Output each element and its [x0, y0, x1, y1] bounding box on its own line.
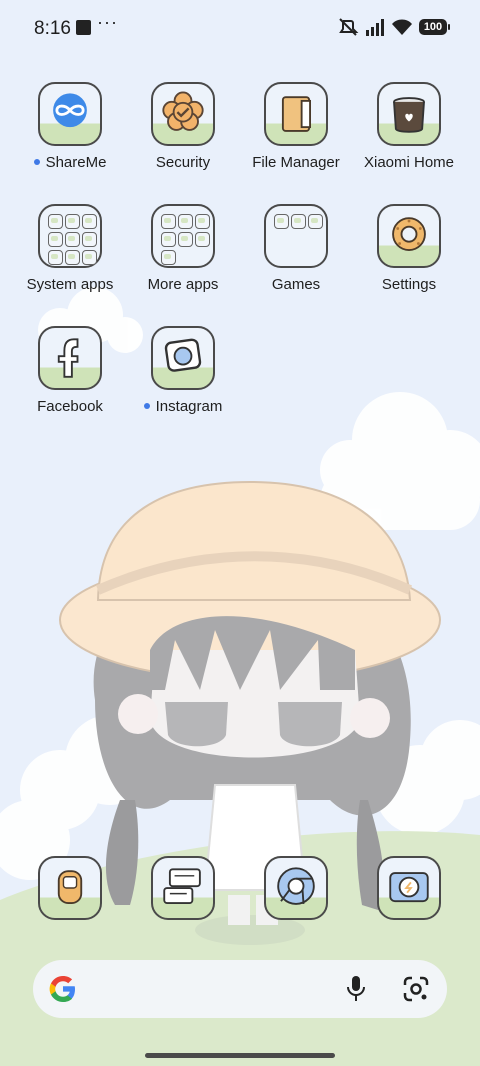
app-label: Instagram: [127, 398, 239, 415]
shareme-icon: [38, 82, 102, 146]
folder-icon: [151, 204, 215, 268]
lens-icon[interactable]: [403, 976, 429, 1002]
battery-icon: 100: [419, 19, 450, 35]
app-label: System apps: [26, 276, 114, 293]
instagram-icon: [151, 326, 215, 390]
status-time: 8:16: [34, 18, 71, 39]
messages-icon: [151, 856, 215, 920]
more-notifications-icon: ···: [97, 12, 118, 32]
phone-icon: [38, 856, 102, 920]
security-icon: [151, 82, 215, 146]
notification-square-icon: [76, 20, 91, 35]
signal-icon: [366, 19, 384, 36]
folder-more-apps[interactable]: More apps: [127, 204, 239, 293]
folder-icon: [264, 204, 328, 268]
xiaomi-home-icon: [377, 82, 441, 146]
app-label: ShareMe: [14, 154, 126, 171]
app-label: More apps: [147, 276, 219, 293]
app-label: Security: [155, 154, 211, 171]
folder-system-apps[interactable]: System apps: [14, 204, 126, 293]
status-bar: 8:16 ··· 100: [0, 0, 480, 56]
dock-camera[interactable]: [376, 856, 442, 922]
navigation-handle[interactable]: [145, 1053, 335, 1058]
dock-messages[interactable]: [150, 856, 216, 922]
vibrate-mute-icon: [339, 18, 359, 36]
app-label: Facebook: [37, 398, 103, 415]
facebook-icon: [38, 326, 102, 390]
status-icons: 100: [337, 17, 450, 37]
folder-icon: [38, 204, 102, 268]
dock-phone[interactable]: [37, 856, 103, 922]
app-security[interactable]: Security: [127, 82, 239, 171]
app-instagram[interactable]: Instagram: [127, 326, 239, 415]
app-label: Games: [271, 276, 321, 293]
app-xiaomi-home[interactable]: Xiaomi Home: [353, 82, 465, 171]
google-icon[interactable]: [46, 972, 80, 1006]
new-install-dot: [33, 159, 40, 166]
new-install-dot: [143, 403, 150, 410]
app-settings[interactable]: Settings: [353, 204, 465, 293]
app-shareme[interactable]: ShareMe: [14, 82, 126, 171]
app-label: File Manager: [252, 154, 340, 171]
app-facebook[interactable]: Facebook: [14, 326, 126, 415]
app-label: Settings: [381, 276, 437, 293]
dock-chrome[interactable]: [263, 856, 329, 922]
folder-games[interactable]: Games: [240, 204, 352, 293]
app-label: Xiaomi Home: [363, 154, 455, 171]
camera-icon: [377, 856, 441, 920]
file-manager-icon: [264, 82, 328, 146]
google-search-bar[interactable]: [33, 960, 447, 1018]
app-file-manager[interactable]: File Manager: [240, 82, 352, 171]
settings-icon: [377, 204, 441, 268]
wifi-icon: [392, 19, 412, 35]
chrome-icon: [264, 856, 328, 920]
microphone-icon[interactable]: [344, 975, 368, 1003]
